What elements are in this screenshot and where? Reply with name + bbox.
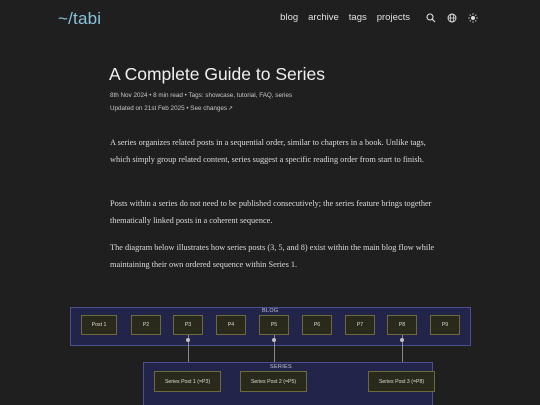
connector-dot bbox=[400, 338, 404, 342]
main-nav: blog archive tags projects bbox=[270, 12, 478, 23]
series-post-node: Series Post 3 (=P8) bbox=[368, 371, 435, 392]
paragraph: A series organizes related posts in a se… bbox=[110, 138, 426, 164]
blog-post-node: P2 bbox=[131, 315, 161, 335]
nav-archive[interactable]: archive bbox=[308, 12, 339, 23]
post-updated: Updated on 21st Feb 2025 • See changes↗ bbox=[110, 105, 233, 112]
site-header: ~/tabi blog archive tags projects bbox=[0, 0, 540, 38]
theme-toggle-icon[interactable] bbox=[468, 12, 478, 23]
nav-tags[interactable]: tags bbox=[349, 12, 367, 23]
blog-post-node: P3 bbox=[173, 315, 203, 335]
see-changes-link[interactable]: See changes bbox=[190, 105, 227, 112]
blog-label: BLOG bbox=[262, 308, 279, 314]
globe-icon[interactable] bbox=[447, 13, 457, 23]
blog-post-node: Post 1 bbox=[81, 315, 117, 335]
series-post-node: Series Post 1 (=P3) bbox=[154, 371, 221, 392]
connector-dot bbox=[186, 338, 190, 342]
post-meta: 8th Nov 2024 • 8 min read • Tags: showca… bbox=[110, 92, 293, 99]
paragraph: The diagram below illustrates how series… bbox=[110, 243, 435, 269]
series-post-node: Series Post 2 (=P5) bbox=[240, 371, 307, 392]
blog-post-node: P9 bbox=[430, 315, 460, 335]
blog-post-node: P8 bbox=[387, 315, 417, 335]
updated-text: Updated on 21st Feb 2025 • bbox=[110, 105, 191, 112]
external-link-icon: ↗ bbox=[228, 106, 234, 112]
blog-post-node: P7 bbox=[345, 315, 375, 335]
series-diagram: BLOG Post 1 P2 P3 P4 P5 P6 P7 P8 P9 SERI… bbox=[0, 300, 540, 405]
site-logo[interactable]: ~/tabi bbox=[58, 9, 101, 29]
nav-blog[interactable]: blog bbox=[280, 12, 298, 23]
page-title: A Complete Guide to Series bbox=[109, 64, 325, 84]
blog-post-node: P6 bbox=[302, 315, 332, 335]
connector-dot bbox=[272, 338, 276, 342]
blog-post-node: P5 bbox=[259, 315, 289, 335]
search-icon[interactable] bbox=[426, 12, 436, 23]
blog-post-node: P4 bbox=[216, 315, 246, 335]
nav-projects[interactable]: projects bbox=[377, 12, 410, 23]
series-label: SERIES bbox=[270, 364, 292, 370]
paragraph: Posts within a series do not need to be … bbox=[110, 199, 432, 225]
